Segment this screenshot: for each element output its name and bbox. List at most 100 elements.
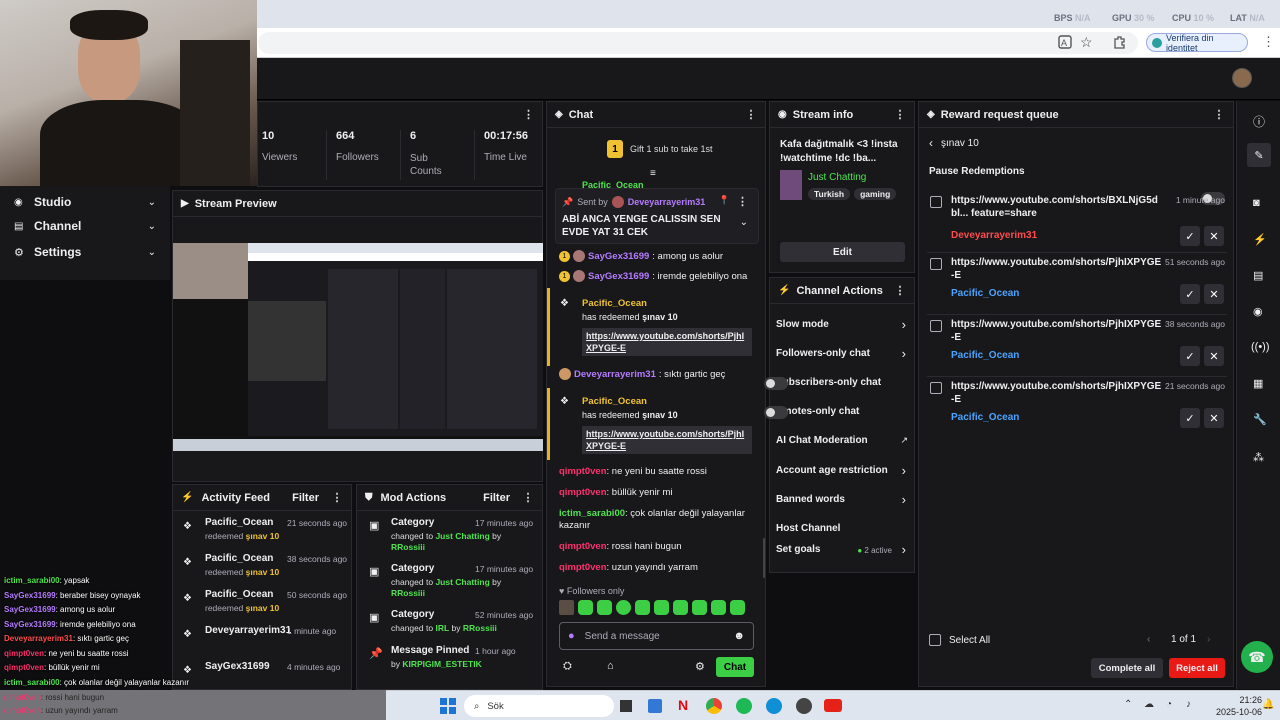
edit-icon[interactable]: ✎	[1247, 143, 1271, 167]
category-link[interactable]: Just Chatting	[808, 172, 866, 183]
complete-request-button[interactable]: ✓	[1180, 284, 1200, 304]
mod-kebab-icon[interactable]: ⋮	[522, 491, 534, 504]
reject-request-button[interactable]: ✕	[1204, 284, 1224, 304]
tag[interactable]: Turkish	[808, 188, 851, 200]
edit-stream-button[interactable]: Edit	[780, 242, 905, 262]
emote-icon[interactable]	[559, 600, 574, 615]
support-chat-icon[interactable]: ☎	[1241, 641, 1273, 673]
next-page-icon[interactable]: ›	[1207, 634, 1210, 645]
channel-action-item[interactable]: Account age restriction ›	[770, 462, 916, 482]
user-avatar[interactable]	[1232, 68, 1252, 88]
emote-icon[interactable]	[597, 600, 612, 615]
notifications-icon[interactable]: 🔔	[1262, 699, 1274, 710]
task-view-icon[interactable]	[620, 700, 632, 712]
emote-icon[interactable]	[654, 600, 669, 615]
camera-icon[interactable]: ◙	[1253, 197, 1260, 209]
emote-picker-icon[interactable]: ☻	[733, 630, 745, 642]
channel-actions-kebab-icon[interactable]: ⋮	[894, 284, 906, 297]
emote-icon[interactable]	[616, 600, 631, 615]
chat-send-button[interactable]: Chat	[716, 657, 754, 677]
sidebar-item-settings[interactable]: ⚙ Settings ⌄	[0, 240, 170, 264]
emote-icon[interactable]	[692, 600, 707, 615]
broadcast-icon[interactable]: ((•))	[1251, 341, 1270, 353]
activity-kebab-icon[interactable]: ⋮	[331, 491, 343, 504]
emote-icon[interactable]	[711, 600, 726, 615]
channel-action-item[interactable]: Banned words ›	[770, 491, 916, 511]
info-icon[interactable]: ⓘ	[1253, 113, 1265, 130]
request-username[interactable]: Pacific_Ocean	[951, 412, 1019, 423]
quick-actions-icon[interactable]: ⁂	[1253, 451, 1264, 464]
chevron-down-icon[interactable]: ⌄	[740, 217, 748, 228]
toggle-switch[interactable]	[764, 406, 788, 419]
request-username[interactable]: Deveyarrayerim31	[951, 230, 1037, 241]
obs-icon[interactable]	[796, 698, 812, 714]
activity-item[interactable]: ❖ Pacific_Ocean 21 seconds ago redeemed şın…	[173, 513, 351, 547]
activity-item[interactable]: ❖ SayGex31699 4 minutes ago	[173, 657, 351, 689]
store-app-icon[interactable]	[648, 699, 662, 713]
request-checkbox[interactable]	[930, 258, 942, 270]
channel-action-item[interactable]: AI Chat Moderation ↗	[770, 432, 916, 452]
reject-request-button[interactable]: ✕	[1204, 408, 1224, 428]
activity-filter-button[interactable]: Filter	[292, 492, 319, 504]
emote-icon[interactable]	[673, 600, 688, 615]
reward-queue-kebab-icon[interactable]: ⋮	[1213, 108, 1225, 121]
points-icon[interactable]: ⛭	[563, 660, 572, 673]
bookmark-star-icon[interactable]: ☆	[1080, 34, 1093, 51]
channel-action-item[interactable]: Host Channel	[770, 520, 916, 540]
activity-item[interactable]: ❖ Pacific_Ocean 50 seconds ago redeemed şın…	[173, 585, 351, 619]
channel-action-item[interactable]: Emotes-only chat	[764, 403, 916, 423]
activity-item[interactable]: ❖ Deveyarrayerim31 1 minute ago	[173, 621, 351, 655]
bolt-icon[interactable]: ⚡	[1253, 233, 1267, 246]
spotify-icon[interactable]	[736, 698, 752, 714]
taskbar-clock[interactable]: 21:26 2025-10-06	[1216, 694, 1262, 718]
stream-info-kebab-icon[interactable]: ⋮	[894, 108, 906, 121]
complete-request-button[interactable]: ✓	[1180, 226, 1200, 246]
cloud-icon[interactable]: ☁	[1144, 699, 1154, 710]
gift-sub-banner[interactable]: 1 Gift 1 sub to take 1st	[607, 140, 713, 158]
reject-all-button[interactable]: Reject all	[1169, 658, 1225, 678]
emote-icon[interactable]	[730, 600, 745, 615]
emote-icon[interactable]	[635, 600, 650, 615]
stats-kebab-icon[interactable]: ⋮	[523, 108, 534, 121]
sidebar-item-studio[interactable]: ◉ Studio ⌄	[0, 190, 170, 214]
prev-page-icon[interactable]: ‹	[1147, 634, 1150, 645]
request-username[interactable]: Pacific_Ocean	[951, 288, 1019, 299]
mod-action-item[interactable]: ▣ Category 52 minutes ago changed to IRL by…	[357, 607, 542, 647]
mod-action-item[interactable]: ▣ Category 17 minutes ago changed to Just C…	[357, 515, 542, 555]
mod-filter-button[interactable]: Filter	[483, 492, 510, 504]
chat-icon[interactable]: ◉	[1253, 305, 1263, 318]
pinned-kebab-icon[interactable]: ⋮	[737, 195, 748, 208]
translate-icon[interactable]: A	[1058, 35, 1072, 49]
redeem-link[interactable]: https://www.youtube.com/shorts/PjhIXPYGE…	[582, 328, 752, 356]
request-checkbox[interactable]	[930, 382, 942, 394]
store-icon[interactable]: ⌂	[607, 660, 614, 672]
notes-icon[interactable]: ▤	[1253, 269, 1263, 282]
wrench-icon[interactable]: 🔧	[1253, 413, 1267, 426]
wifi-icon[interactable]: ◔	[1166, 699, 1172, 710]
channel-action-item[interactable]: Set goals ● 2 active ›	[770, 541, 916, 561]
chrome-icon[interactable]	[706, 698, 722, 714]
chat-kebab-icon[interactable]: ⋮	[745, 108, 757, 121]
unpin-icon[interactable]: 📍	[719, 195, 730, 206]
tag[interactable]: gaming	[854, 188, 897, 200]
select-all[interactable]: Select All	[929, 634, 990, 646]
emote-icon[interactable]	[578, 600, 593, 615]
mod-action-item[interactable]: ▣ Category 17 minutes ago changed to Just C…	[357, 561, 542, 601]
chat-settings-icon[interactable]: ⚙	[695, 660, 705, 673]
chat-input[interactable]: ● Send a message ☻	[559, 622, 754, 650]
reject-request-button[interactable]: ✕	[1204, 226, 1224, 246]
request-username[interactable]: Pacific_Ocean	[951, 350, 1019, 361]
complete-request-button[interactable]: ✓	[1180, 346, 1200, 366]
browser-menu-icon[interactable]: ⋮	[1262, 35, 1275, 49]
reward-back-button[interactable]: ‹ şınav 10	[929, 136, 979, 150]
channel-action-item[interactable]: Slow mode ›	[770, 316, 916, 336]
stream-video[interactable]	[173, 243, 543, 451]
complete-all-button[interactable]: Complete all	[1091, 658, 1163, 678]
toggle-switch[interactable]	[764, 377, 788, 390]
activity-item[interactable]: ❖ Pacific_Ocean 38 seconds ago redeemed şın…	[173, 549, 351, 583]
speaker-icon[interactable]: ♪	[1186, 699, 1191, 710]
taskbar-search[interactable]: ⌕ Sök	[464, 695, 614, 717]
layout-icon[interactable]: ▦	[1253, 377, 1263, 390]
select-all-checkbox[interactable]	[929, 634, 941, 646]
complete-request-button[interactable]: ✓	[1180, 408, 1200, 428]
